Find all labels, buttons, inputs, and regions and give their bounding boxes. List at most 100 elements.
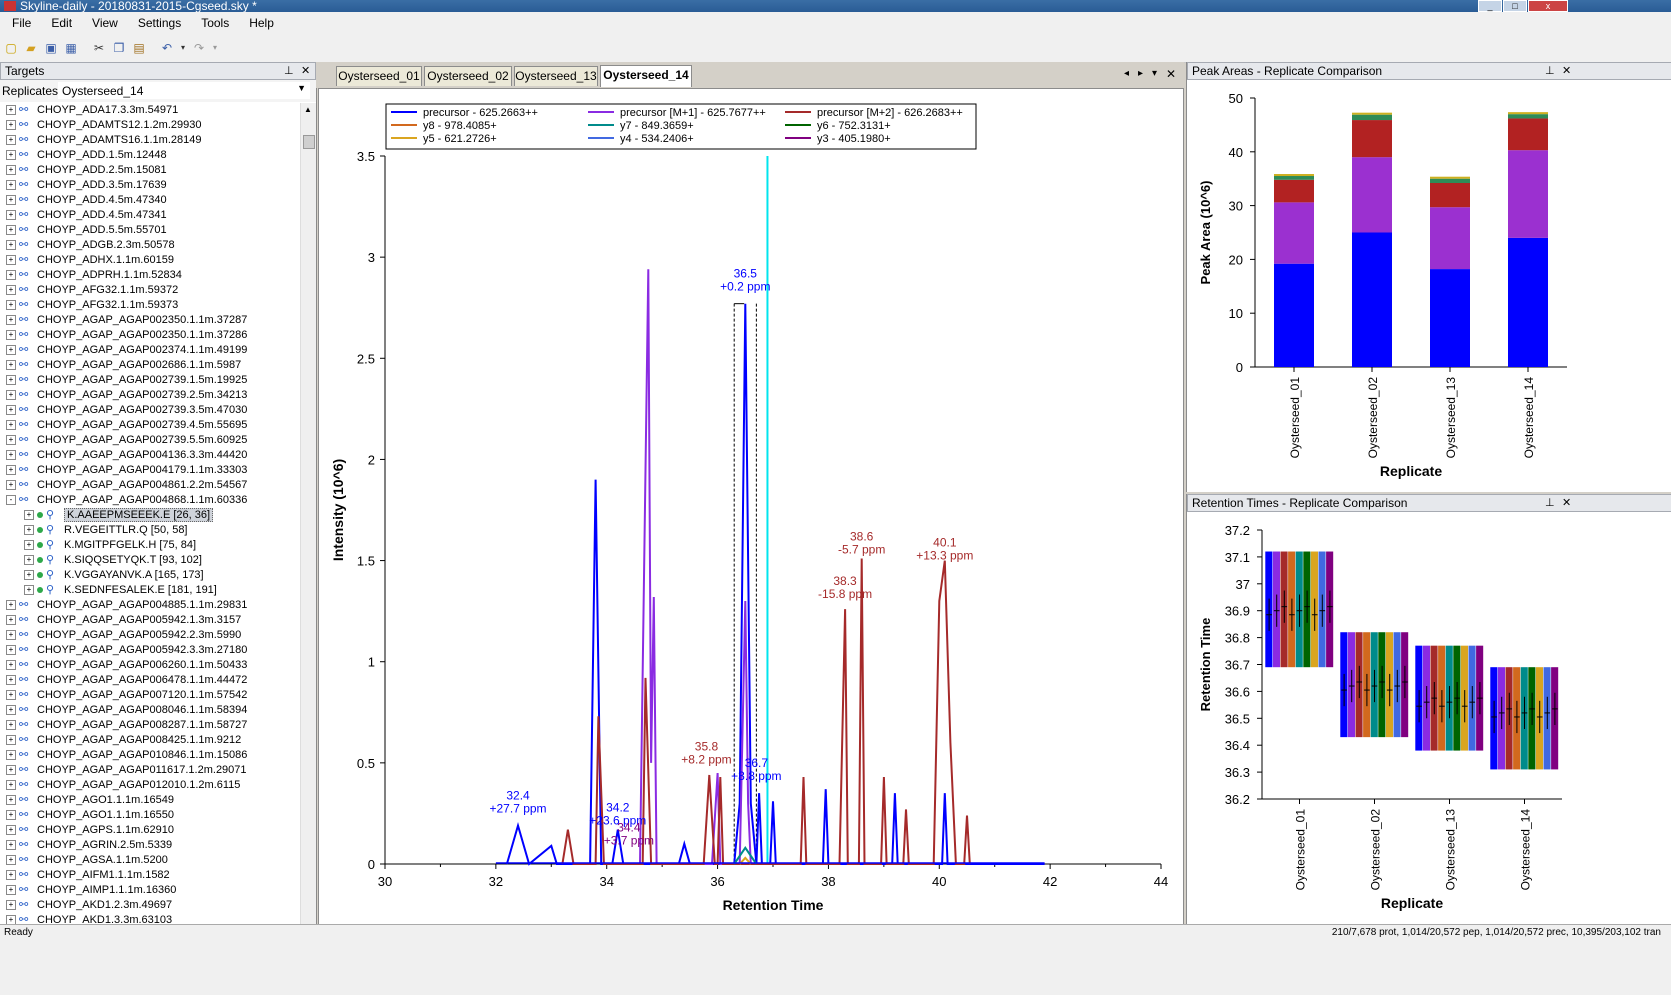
expand-icon[interactable]: + — [6, 150, 16, 161]
protein-node[interactable]: + ⚯ CHOYP_AGAP_AGAP002739.1.5m.19925 — [0, 373, 300, 388]
chromatogram-chart[interactable]: 30 32 34 36 38 40 42 44 0 0.5 1 1.5 2 2.5 3 3.5 Retentio… — [319, 89, 1183, 925]
protein-node[interactable]: + ⚯ CHOYP_AGO1.1.1m.16550 — [0, 808, 300, 823]
protein-node[interactable]: + ⚯ CHOYP_AGAP_AGAP004885.1.1m.29831 — [0, 598, 300, 613]
expand-icon[interactable]: + — [6, 795, 16, 806]
open-folder-icon[interactable]: ▰ — [24, 41, 38, 55]
menu-settings[interactable]: Settings — [126, 12, 189, 30]
expand-icon[interactable]: + — [24, 510, 34, 521]
protein-node[interactable]: + ⚯ CHOYP_AGAP_AGAP004136.3.3m.44420 — [0, 448, 300, 463]
protein-node[interactable]: + ⚯ CHOYP_ADHX.1.1m.60159 — [0, 253, 300, 268]
undo-icon[interactable]: ↶ — [160, 41, 174, 55]
protein-node[interactable]: + ⚯ CHOYP_AKD1.2.3m.49697 — [0, 898, 300, 913]
protein-node[interactable]: + ⚯ CHOYP_AGAP_AGAP008287.1.1m.58727 — [0, 718, 300, 733]
retention-times-chart[interactable]: 36.2 36.3 36.4 36.5 36.6 36.7 36.8 36.9 37 37.1 37… — [1187, 512, 1671, 924]
cut-icon[interactable]: ✂ — [92, 41, 106, 55]
protein-node[interactable]: + ⚯ CHOYP_AGRIN.2.5m.5339 — [0, 838, 300, 853]
close-tab-icon[interactable]: ✕ — [1166, 67, 1176, 81]
expand-icon[interactable]: + — [6, 645, 16, 656]
chevron-down-icon[interactable]: ▼ — [297, 83, 306, 93]
protein-node[interactable]: + ⚯ CHOYP_AGAP_AGAP002739.2.5m.34213 — [0, 388, 300, 403]
protein-node[interactable]: + ⚯ CHOYP_AGAP_AGAP010846.1.1m.15086 — [0, 748, 300, 763]
protein-node[interactable]: + ⚯ CHOYP_AIFM1.1.1m.1582 — [0, 868, 300, 883]
expand-icon[interactable]: + — [6, 465, 16, 476]
close-retention-times-icon[interactable]: ✕ — [1562, 495, 1571, 511]
expand-icon[interactable]: + — [6, 870, 16, 881]
expand-icon[interactable]: + — [6, 135, 16, 146]
scroll-up-icon[interactable]: ▲ — [304, 105, 312, 114]
expand-icon[interactable]: + — [6, 195, 16, 206]
close-targets-icon[interactable]: ✕ — [301, 63, 310, 79]
expand-icon[interactable]: + — [6, 765, 16, 776]
expand-icon[interactable]: + — [6, 330, 16, 341]
new-file-icon[interactable]: ▢ — [4, 41, 18, 55]
protein-node[interactable]: + ⚯ CHOYP_AGAP_AGAP002350.1.1m.37287 — [0, 313, 300, 328]
peak-areas-chart[interactable]: 0 10 20 30 40 50 Oysterseed_01 Oysterseed_02 Oys… — [1187, 80, 1671, 490]
tab-oysterseed-13[interactable]: Oysterseed_13 — [514, 66, 598, 86]
expand-icon[interactable]: + — [6, 825, 16, 836]
menu-help[interactable]: Help — [237, 12, 282, 30]
expand-icon[interactable]: + — [6, 615, 16, 626]
expand-icon[interactable]: + — [6, 600, 16, 611]
expand-icon[interactable]: + — [6, 690, 16, 701]
expand-icon[interactable]: + — [24, 585, 34, 596]
paste-icon[interactable]: ▤ — [132, 41, 146, 55]
protein-node[interactable]: + ⚯ CHOYP_AGAP_AGAP004179.1.1m.33303 — [0, 463, 300, 478]
protein-node[interactable]: + ⚯ CHOYP_AIMP1.1.1m.16360 — [0, 883, 300, 898]
expand-icon[interactable]: + — [6, 735, 16, 746]
peptide-node[interactable]: + ⚲ K.VGGAYANVK.A [165, 173] — [0, 568, 300, 583]
protein-node[interactable]: + ⚯ CHOYP_AGAP_AGAP012010.1.2m.6115 — [0, 778, 300, 793]
protein-node[interactable]: + ⚯ CHOYP_ADPRH.1.1m.52834 — [0, 268, 300, 283]
protein-node[interactable]: + ⚯ CHOYP_AGAP_AGAP005942.1.3m.3157 — [0, 613, 300, 628]
protein-node[interactable]: + ⚯ CHOYP_AGAP_AGAP007120.1.1m.57542 — [0, 688, 300, 703]
expand-icon[interactable]: + — [6, 855, 16, 866]
protein-node[interactable]: - ⚯ CHOYP_AGAP_AGAP004868.1.1m.60336 — [0, 493, 300, 508]
protein-node[interactable]: + ⚯ CHOYP_AGAP_AGAP006478.1.1m.44472 — [0, 673, 300, 688]
targets-scrollbar[interactable]: ▲ ▼ — [300, 103, 316, 983]
protein-node[interactable]: + ⚯ CHOYP_AGAP_AGAP002739.4.5m.55695 — [0, 418, 300, 433]
maximize-button[interactable]: □ — [1503, 0, 1527, 12]
undo-dropdown-icon[interactable]: ▾ — [176, 41, 190, 55]
protein-node[interactable]: + ⚯ CHOYP_ADAMTS16.1.1m.28149 — [0, 133, 300, 148]
expand-icon[interactable]: + — [24, 570, 34, 581]
expand-icon[interactable]: + — [24, 525, 34, 536]
expand-icon[interactable]: + — [6, 315, 16, 326]
tab-list-icon[interactable]: ▾ — [1152, 68, 1157, 79]
close-peak-areas-icon[interactable]: ✕ — [1562, 63, 1571, 79]
protein-node[interactable]: + ⚯ CHOYP_AGAP_AGAP002374.1.1m.49199 — [0, 343, 300, 358]
protein-node[interactable]: + ⚯ CHOYP_AFG32.1.1m.59373 — [0, 298, 300, 313]
pin-icon[interactable]: ⊥ — [284, 63, 294, 79]
protein-node[interactable]: + ⚯ CHOYP_ADD.5.5m.55701 — [0, 223, 300, 238]
menu-edit[interactable]: Edit — [39, 12, 80, 30]
expand-icon[interactable]: + — [6, 210, 16, 221]
replicates-select[interactable]: Oysterseed_14 ▼ — [58, 82, 310, 99]
expand-icon[interactable]: + — [24, 555, 34, 566]
tab-oysterseed-01[interactable]: Oysterseed_01 — [336, 66, 422, 86]
protein-node[interactable]: + ⚯ CHOYP_AGAP_AGAP008425.1.1m.9212 — [0, 733, 300, 748]
expand-icon[interactable]: + — [6, 750, 16, 761]
minimize-button[interactable]: _ — [1478, 0, 1502, 12]
expand-icon[interactable]: + — [6, 630, 16, 641]
peptide-node[interactable]: + ⚲ R.VEGEITTLR.Q [50, 58] — [0, 523, 300, 538]
protein-node[interactable]: + ⚯ CHOYP_AGAP_AGAP002350.1.1m.37286 — [0, 328, 300, 343]
expand-icon[interactable]: + — [6, 840, 16, 851]
protein-node[interactable]: + ⚯ CHOYP_ADD.4.5m.47341 — [0, 208, 300, 223]
expand-icon[interactable]: + — [6, 360, 16, 371]
protein-node[interactable]: + ⚯ CHOYP_AGAP_AGAP002739.5.5m.60925 — [0, 433, 300, 448]
expand-icon[interactable]: + — [6, 255, 16, 266]
expand-icon[interactable]: + — [6, 675, 16, 686]
protein-node[interactable]: + ⚯ CHOYP_ADD.3.5m.17639 — [0, 178, 300, 193]
expand-icon[interactable]: + — [6, 180, 16, 191]
tab-oysterseed-02[interactable]: Oysterseed_02 — [424, 66, 512, 86]
expand-icon[interactable]: + — [6, 375, 16, 386]
expand-icon[interactable]: + — [6, 390, 16, 401]
expand-icon[interactable]: + — [6, 480, 16, 491]
protein-node[interactable]: + ⚯ CHOYP_ADD.1.5m.12448 — [0, 148, 300, 163]
expand-icon[interactable]: + — [6, 405, 16, 416]
close-window-button[interactable]: x — [1528, 0, 1568, 12]
protein-node[interactable]: + ⚯ CHOYP_AGAP_AGAP002686.1.1m.5987 — [0, 358, 300, 373]
expand-icon[interactable]: + — [6, 165, 16, 176]
expand-icon[interactable]: + — [6, 300, 16, 311]
save-all-icon[interactable]: ▦ — [64, 41, 78, 55]
protein-node[interactable]: + ⚯ CHOYP_AGAP_AGAP008046.1.1m.58394 — [0, 703, 300, 718]
menu-file[interactable]: File — [0, 12, 39, 30]
